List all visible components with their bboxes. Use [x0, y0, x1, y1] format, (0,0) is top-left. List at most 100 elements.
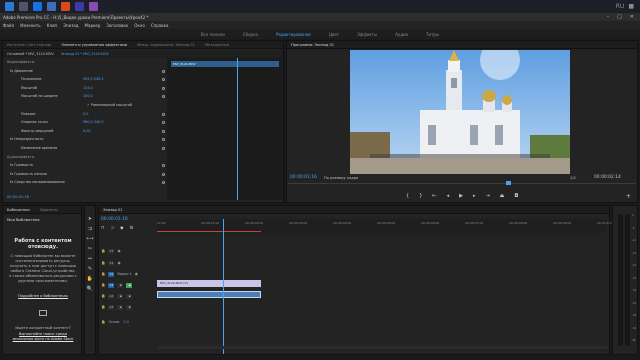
menu-clip[interactable]: Клип [47, 23, 58, 28]
reset-parameter-icon[interactable] [162, 147, 165, 150]
ec-property-row[interactable]: Видеоэффекты [7, 60, 34, 65]
hand-tool-icon[interactable]: ✋ [87, 276, 93, 282]
settings-icon[interactable]: ⚙ [130, 226, 134, 231]
minimize-icon[interactable]: – [607, 14, 610, 20]
track-header-v3[interactable]: 🔒 V3 ◉ [101, 246, 157, 256]
ec-property-value[interactable]: 960,0 540,0 [83, 120, 104, 124]
track-header-a1[interactable]: 🔒 A1 ▪ ▪ [101, 280, 157, 290]
toggle-track-output-icon[interactable]: ◉ [135, 272, 138, 276]
workspace-all-panels[interactable]: Все панели [201, 32, 225, 37]
solo-track-button[interactable]: ▪ [126, 293, 133, 299]
solo-track-button[interactable]: ▪ [126, 282, 133, 288]
program-playhead[interactable] [506, 181, 511, 185]
windows-start-icon[interactable] [5, 2, 14, 11]
slip-tool-icon[interactable]: ↔ [88, 256, 92, 262]
mark-in-icon[interactable]: { [406, 193, 409, 199]
reset-parameter-icon[interactable] [162, 172, 165, 176]
close-icon[interactable]: ✕ [630, 14, 634, 20]
toggle-track-output-icon[interactable]: ◉ [117, 249, 120, 253]
mark-out-icon[interactable]: } [419, 193, 422, 199]
reset-parameter-icon[interactable] [162, 181, 165, 185]
export-frame-icon[interactable]: ◘ [514, 193, 518, 199]
task-view-icon[interactable] [19, 2, 28, 11]
ec-property-row[interactable]: Аудиоэффекты [7, 155, 34, 160]
workspace-editing[interactable]: Редактирование [276, 32, 311, 37]
ec-property-row[interactable]: Фильтр мерцаний 0,00 [7, 129, 91, 134]
reset-parameter-icon[interactable] [162, 112, 165, 116]
resolution-dropdown[interactable]: 1/2 [570, 176, 576, 180]
step-forward-icon[interactable]: ▸ [473, 193, 476, 199]
timeline-timecode[interactable]: 00:00:01:16 [101, 217, 128, 222]
add-marker-icon[interactable]: ◆ [120, 226, 123, 231]
track-header-a2[interactable]: 🔒 A2 ▪ ▪ [101, 291, 157, 301]
ec-property-row[interactable]: Масштаб 133,0 [7, 86, 93, 91]
workspace-titles[interactable]: Титры [426, 32, 439, 37]
track-select-tool-icon[interactable]: ⇉ [88, 226, 92, 232]
menu-file[interactable]: Файл [3, 23, 14, 28]
razor-tool-icon[interactable]: ✂ [88, 246, 92, 252]
pen-tool-icon[interactable]: ✎ [88, 266, 92, 272]
master-volume-value[interactable]: 0,0 [123, 320, 128, 324]
reset-parameter-icon[interactable] [162, 78, 165, 82]
menu-sequence[interactable]: Эпизод [63, 23, 78, 28]
tab-libraries[interactable]: Библиотеки [7, 208, 30, 212]
zoom-tool-icon[interactable]: 🔍 [87, 286, 93, 292]
lock-track-icon[interactable]: 🔒 [101, 249, 105, 253]
track-header-[interactable]: 🔒 Основ. 0,0 [101, 317, 157, 327]
reset-parameter-icon[interactable] [162, 86, 165, 90]
ec-property-value[interactable]: 0,00 [83, 129, 91, 133]
after-effects-icon[interactable] [89, 2, 98, 11]
app-icon[interactable] [61, 2, 70, 11]
tab-program[interactable]: Программа: Эпизод 01 [291, 43, 334, 47]
go-to-in-icon[interactable]: ⇤ [432, 193, 436, 199]
track-header-a3[interactable]: 🔒 A3 ▪ ▪ [101, 302, 157, 312]
ec-property-row[interactable]: ✓ Равномерный масштаб [7, 103, 132, 108]
ec-property-row[interactable]: Изменение времени [7, 146, 57, 151]
timeline-scrollbar[interactable] [157, 346, 607, 349]
track-header-v2[interactable]: 🔒 V2 ◉ [101, 258, 157, 268]
menu-window[interactable]: Окно [134, 23, 145, 28]
explorer-icon[interactable] [47, 2, 56, 11]
timeline-ruler[interactable]: 00:00 00:00:01:00 00:00:02:00 00:00:03:00 00… [157, 219, 615, 233]
ec-keyframe-area[interactable]: MVI_3124.MOV [167, 58, 283, 200]
track-header-v1[interactable]: 🔒 V1 Видео 1 ◉ [101, 269, 157, 279]
ec-property-value[interactable]: 955,5 540,5 [83, 77, 104, 81]
workspace-color[interactable]: Цвет [329, 32, 339, 37]
lock-track-icon[interactable]: 🔒 [101, 283, 105, 287]
workspace-effects[interactable]: Эффекты [357, 32, 377, 37]
tab-effects[interactable]: Эффекты [40, 208, 58, 212]
premiere-icon[interactable] [75, 2, 84, 11]
ec-property-row[interactable]: Опорная точка 960,0 540,0 [7, 120, 104, 125]
track-target-button[interactable]: V2 [108, 260, 115, 266]
reset-parameter-icon[interactable] [162, 164, 165, 168]
reset-parameter-icon[interactable] [162, 69, 165, 73]
selection-tool-icon[interactable]: ➤ [88, 216, 92, 222]
program-video-frame[interactable] [350, 50, 570, 174]
snap-icon[interactable]: ⊓ [101, 226, 104, 231]
tab-metadata[interactable]: Метаданные [205, 43, 229, 47]
workspace-audio[interactable]: Аудио [395, 32, 408, 37]
ec-property-row[interactable]: fx Громкость [7, 163, 33, 168]
go-to-out-icon[interactable]: ⇥ [485, 193, 489, 199]
track-target-button[interactable]: A2 [108, 293, 115, 299]
ec-property-row[interactable]: fx Непрозрачность [7, 137, 44, 142]
linked-icon[interactable]: ⊃ [110, 226, 114, 231]
track-target-button[interactable]: A3 [108, 304, 115, 310]
timeline-playhead[interactable] [223, 219, 224, 354]
step-back-icon[interactable]: ◂ [447, 193, 450, 199]
language-indicator[interactable]: RU [616, 3, 625, 10]
tab-source[interactable]: Источник: (нет клипов) [7, 43, 51, 47]
ripple-edit-tool-icon[interactable]: ⟷ [86, 236, 93, 242]
menu-edit[interactable]: Изменить [20, 23, 41, 28]
ec-property-row[interactable]: fx Движение [7, 69, 33, 74]
workspace-assembly[interactable]: Сборка [243, 32, 258, 37]
solo-track-button[interactable]: ▪ [126, 304, 133, 310]
program-timecode[interactable]: 00:00:01:16 [290, 175, 317, 180]
lock-track-icon[interactable]: 🔒 [101, 261, 105, 265]
track-target-button[interactable]: A1 [108, 282, 115, 288]
ec-property-row[interactable]: Поворот 0,0 [7, 112, 88, 117]
reset-parameter-icon[interactable] [162, 121, 165, 125]
mute-track-button[interactable]: ▪ [117, 282, 124, 288]
ec-playhead[interactable] [237, 58, 238, 200]
photoshop-icon[interactable] [33, 2, 42, 11]
